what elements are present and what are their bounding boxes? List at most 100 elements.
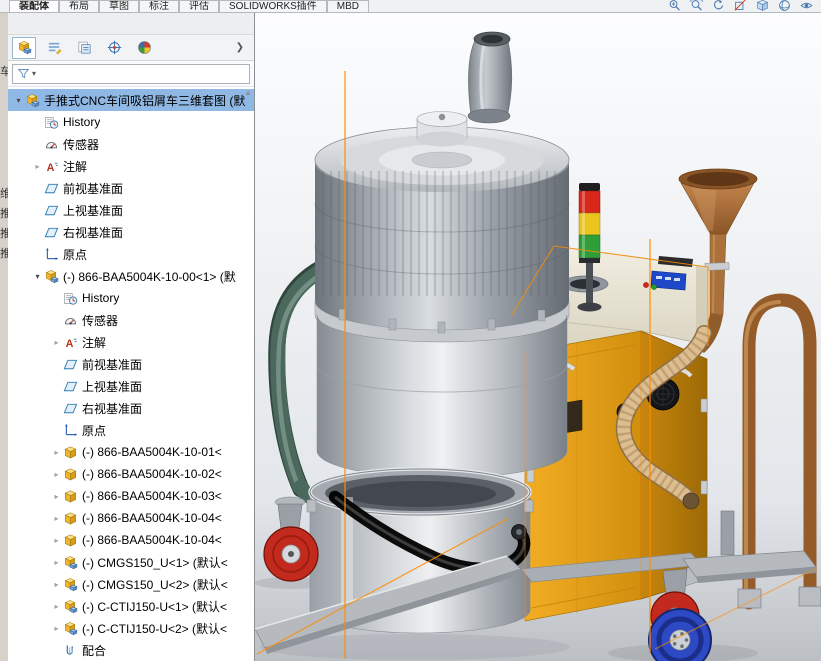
tree-item[interactable]: 原点 [8, 243, 254, 265]
feature-tree: ▲ ▾手推式CNC车间吸铝屑车三维套图 (默History传感器▸A注解前视基准… [8, 87, 254, 661]
tree-item-label: 前视基准面 [61, 180, 123, 197]
tree-item[interactable]: 原点 [8, 419, 254, 441]
expand-arrow[interactable]: ▸ [50, 624, 63, 633]
tree-item[interactable]: 右视基准面 [8, 221, 254, 243]
tree-item[interactable]: History [8, 111, 254, 133]
tree-item[interactable]: ▸ (-) C-CTIJ150-U<1> (默认< [8, 595, 254, 617]
expand-arrow[interactable]: ▸ [50, 580, 63, 589]
tree-item-label: History [61, 115, 100, 129]
origin-icon [44, 246, 61, 262]
tree-item-label: (-) 866-BAA5004K-10-01< [80, 445, 222, 459]
expand-arrow[interactable]: ▸ [31, 162, 44, 171]
viewport-3d[interactable] [255, 13, 821, 661]
tree-item[interactable]: ▸(-) CMGS150_U<2> (默认< [8, 573, 254, 595]
plane-icon [44, 202, 61, 218]
plane-icon [63, 400, 80, 416]
tree-item-label: (-) 866-BAA5004K-10-04< [80, 511, 222, 525]
zoom-in-icon[interactable] [668, 0, 681, 12]
hide-show-icon[interactable] [800, 0, 813, 12]
tab-configurationmanager[interactable] [72, 37, 96, 59]
assembly-icon [63, 598, 80, 614]
command-tab-bar: 装配体布局草图标注评估SOLIDWORKS插件MBD [0, 0, 821, 13]
panel-expand-chevron[interactable]: ❯ [230, 42, 250, 53]
tree-item[interactable]: ▾ (-) 866-BAA5004K-10-00<1> (默 [8, 265, 254, 287]
menu-tab-sketch[interactable]: 草图 [99, 0, 139, 12]
expand-arrow[interactable]: ▸ [50, 558, 63, 567]
tree-item-label: (-) C-CTIJ150-U<2> (默认< [80, 620, 227, 637]
expand-arrow[interactable]: ▸ [50, 338, 63, 347]
part-icon [63, 510, 80, 526]
tree-item[interactable]: 上视基准面 [8, 199, 254, 221]
tree-item[interactable]: ▸ (-) 866-BAA5004K-10-04< [8, 507, 254, 529]
tree-item[interactable]: ▸ (-) 866-BAA5004K-10-01< [8, 441, 254, 463]
part-icon [63, 532, 80, 548]
tree-item[interactable]: ▸(-) 866-BAA5004K-10-03< [8, 485, 254, 507]
tree-item[interactable]: ▸A注解 [8, 155, 254, 177]
tree-item-label: (-) C-CTIJ150-U<1> (默认< [80, 598, 227, 615]
tree-scroll-up[interactable]: ▲ [244, 88, 252, 97]
tree-item-label: (-) 866-BAA5004K-10-00<1> (默 [61, 268, 236, 285]
tree-item-label: (-) 866-BAA5004K-10-02< [80, 467, 222, 481]
tree-item[interactable]: ▸(-) CMGS150_U<1> (默认< [8, 551, 254, 573]
tree-item[interactable]: 传感器 [8, 309, 254, 331]
background-panel-strip: 车维推推推 [0, 13, 8, 661]
expand-arrow[interactable]: ▾ [31, 272, 44, 281]
tab-propertymanager[interactable] [42, 37, 66, 59]
tree-item[interactable]: 右视基准面 [8, 397, 254, 419]
section-view-icon[interactable] [734, 0, 747, 12]
filter-caret-icon[interactable]: ▾ [32, 69, 36, 78]
tree-item-label: (-) 866-BAA5004K-10-04< [80, 533, 222, 547]
tree-item[interactable]: 前视基准面 [8, 353, 254, 375]
view-orientation-icon[interactable] [756, 0, 769, 12]
zoom-fit-icon[interactable] [690, 0, 703, 12]
svg-text:A: A [47, 161, 55, 173]
menu-tab-layout[interactable]: 布局 [59, 0, 99, 12]
menu-tab-evaluate[interactable]: 评估 [179, 0, 219, 12]
annotations-icon: A [44, 158, 61, 174]
clipped-background-label: 推 [0, 225, 8, 241]
feature-manager-panel: ❯ ▾ ▲ ▾手推式CNC车间吸铝屑车三维套图 (默History传感器▸A注解… [8, 13, 255, 661]
tree-item-label: 传感器 [61, 136, 99, 153]
annotations-icon: A [63, 334, 80, 350]
expand-arrow[interactable]: ▸ [50, 448, 63, 457]
tree-item[interactable]: 上视基准面 [8, 375, 254, 397]
tree-filter-input[interactable]: ▾ [12, 64, 250, 84]
tab-dimxpertmanager[interactable] [102, 37, 126, 59]
history-icon [44, 114, 61, 130]
expand-arrow[interactable]: ▸ [50, 602, 63, 611]
tree-item[interactable]: ▾手推式CNC车间吸铝屑车三维套图 (默 [8, 89, 254, 111]
expand-arrow[interactable]: ▸ [50, 536, 63, 545]
previous-view-icon[interactable] [712, 0, 725, 12]
expand-arrow[interactable]: ▸ [50, 492, 63, 501]
tree-item[interactable]: 前视基准面 [8, 177, 254, 199]
expand-arrow[interactable]: ▸ [50, 514, 63, 523]
tree-item[interactable]: History [8, 287, 254, 309]
menu-tab-annotate[interactable]: 标注 [139, 0, 179, 12]
tab-featuremanager[interactable] [12, 37, 36, 59]
tree-item[interactable]: ▸ (-) C-CTIJ150-U<2> (默认< [8, 617, 254, 639]
expand-arrow[interactable]: ▾ [12, 96, 25, 105]
menu-tabs: 装配体布局草图标注评估SOLIDWORKS插件MBD [9, 0, 369, 12]
plane-icon [63, 378, 80, 394]
menu-tab-assembly[interactable]: 装配体 [9, 0, 59, 12]
part-icon [63, 488, 80, 504]
plane-icon [63, 356, 80, 372]
tree-item[interactable]: ▸ (-) 866-BAA5004K-10-02< [8, 463, 254, 485]
tree-item[interactable]: 传感器 [8, 133, 254, 155]
menu-tab-mbd[interactable]: MBD [327, 0, 369, 12]
tree-item-label: History [80, 291, 119, 305]
clipped-background-label: 车 [0, 63, 8, 79]
assembly-icon [25, 92, 42, 108]
display-style-icon[interactable] [778, 0, 791, 12]
tree-item[interactable]: ▸ (-) 866-BAA5004K-10-04< [8, 529, 254, 551]
menu-tab-solidworks-addins[interactable]: SOLIDWORKS插件 [219, 0, 327, 12]
expand-arrow[interactable]: ▸ [50, 470, 63, 479]
panel-header-gap [8, 13, 254, 35]
heads-up-toolbar [668, 0, 821, 12]
tab-displaymanager[interactable] [132, 37, 156, 59]
history-icon [63, 290, 80, 306]
svg-text:A: A [66, 337, 74, 349]
tree-item[interactable]: ▸A注解 [8, 331, 254, 353]
tree-item[interactable]: 配合 [8, 639, 254, 661]
tree-item-label: 右视基准面 [61, 224, 123, 241]
